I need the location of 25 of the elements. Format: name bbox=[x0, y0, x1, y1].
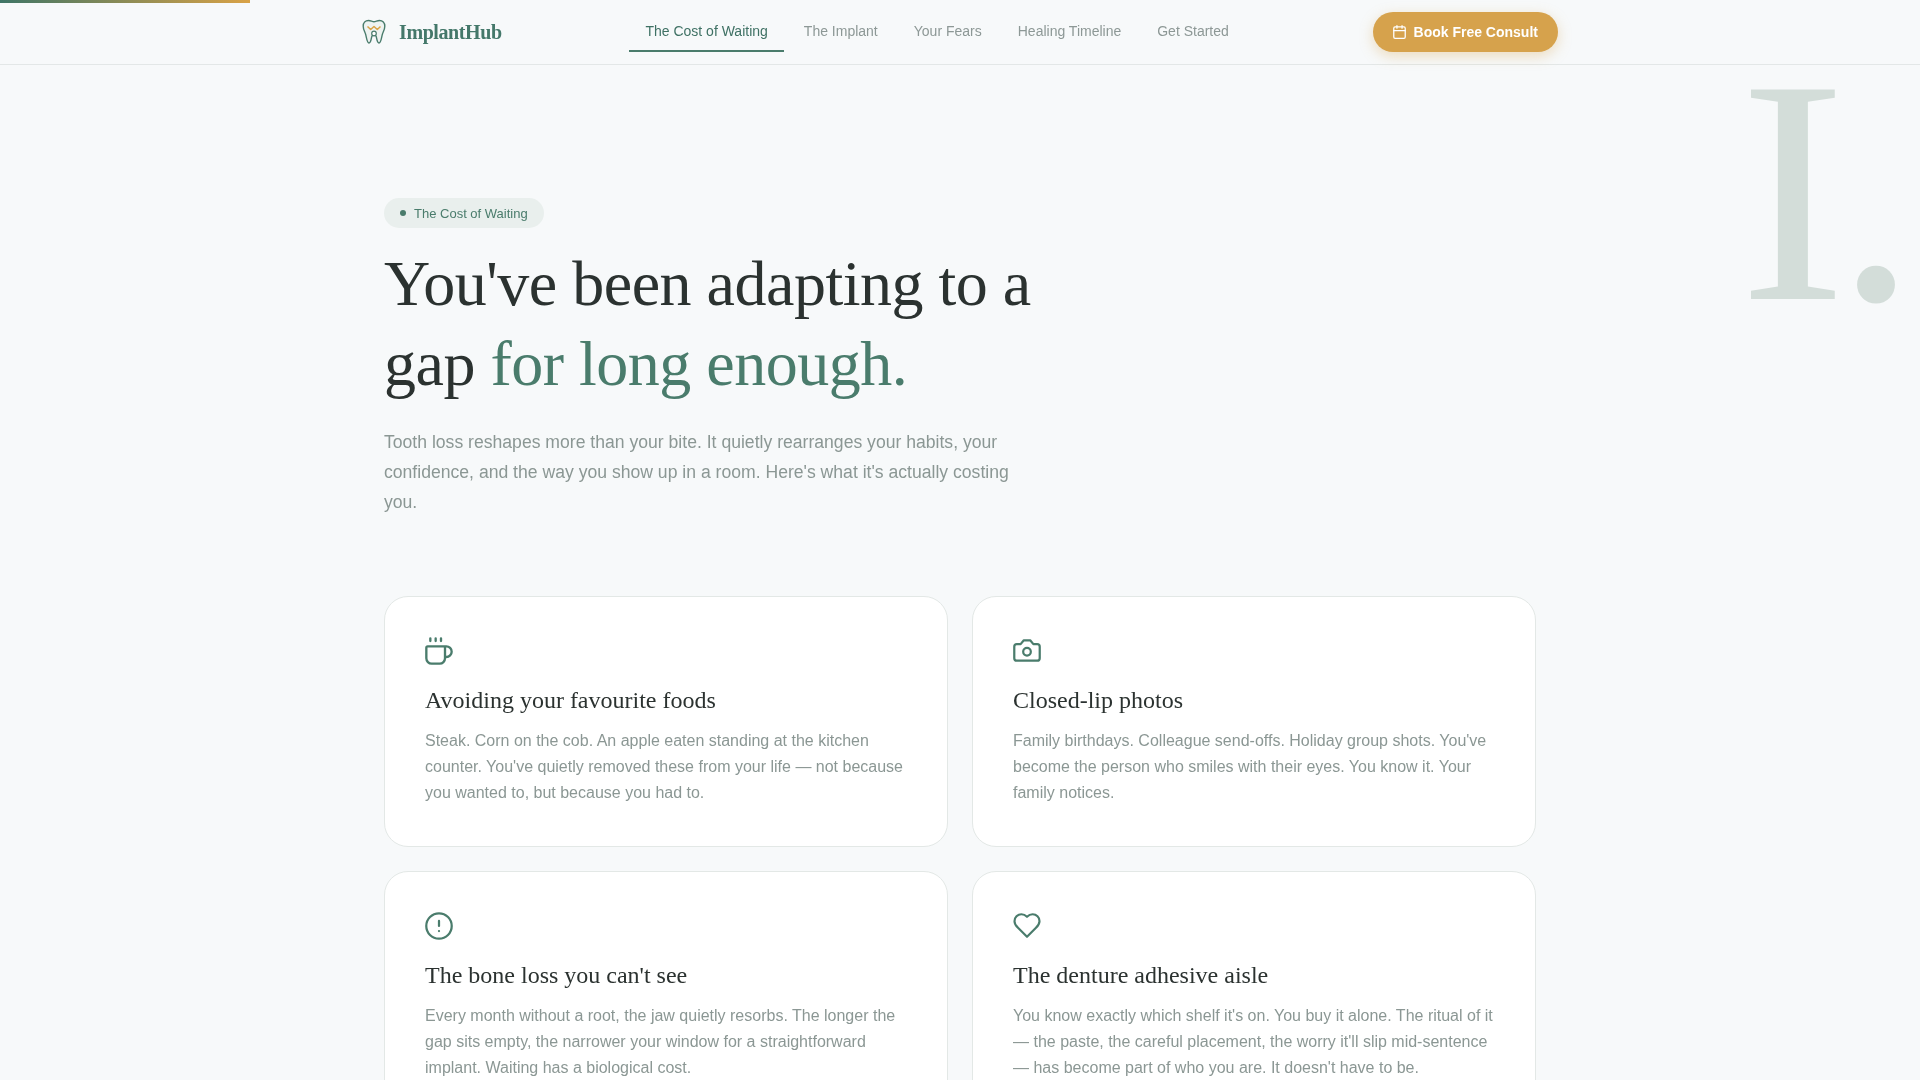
tooth-icon bbox=[362, 19, 386, 45]
card-description: Steak. Corn on the cob. An apple eaten standing at the kitchen counter. You've quietly removed these from your life — not because you wanted to, but because you had to. bbox=[425, 730, 904, 803]
card-title: The bone loss you can't see bbox=[425, 960, 689, 990]
card-title: The denture adhesive aisle bbox=[1013, 960, 1270, 990]
card-title: Closed-lip photos bbox=[1013, 685, 1184, 715]
card-title: Avoiding your favourite foods bbox=[425, 685, 717, 715]
coffee-cup-icon bbox=[425, 636, 453, 665]
logo-link[interactable]: ImplantHub bbox=[362, 19, 502, 45]
nav-link[interactable]: Healing Timeline bbox=[1001, 12, 1138, 52]
card-description: Family birthdays. Colleague send-offs. Holiday group shots. You've become the person who smiles with their eyes. You know it. Your family notices. bbox=[1013, 730, 1488, 803]
dot-icon bbox=[400, 210, 406, 216]
card-description: You know exactly which shelf it's on. You buy it alone. The ritual of it — the paste, the careful placement, the worry it'll slip mid-sentence — has become part of who you are. It doesn't have to be. bbox=[1013, 1005, 1494, 1078]
hero-heading: You've been adapting to a gap for long enough. bbox=[384, 247, 1032, 401]
nav-link[interactable]: Get Started bbox=[1141, 12, 1245, 52]
calendar-icon bbox=[1392, 25, 1406, 39]
intro-paragraph: Tooth loss reshapes more than your bite. It quietly rearranges your habits, your confidence, and the way you show up in a room. Here's what it's actually costing you. bbox=[384, 431, 1010, 514]
heart-icon bbox=[1013, 913, 1041, 939]
section-badge: The Cost of Waiting bbox=[384, 198, 544, 228]
nav-link[interactable]: The Implant bbox=[787, 12, 894, 52]
alert-circle-icon bbox=[425, 911, 453, 940]
card-description: Every month without a root, the jaw quietly resorbs. The longer the gap sits empty, the narrower your window for a straightforward implant. Waiting has a biological cost. bbox=[425, 1005, 897, 1078]
nav-link[interactable]: Your Fears bbox=[897, 12, 998, 52]
camera-icon bbox=[1013, 639, 1041, 663]
nav-link[interactable]: The Cost of Waiting bbox=[629, 12, 784, 52]
book-consult-button[interactable]: Book Free Consult bbox=[1372, 12, 1558, 52]
